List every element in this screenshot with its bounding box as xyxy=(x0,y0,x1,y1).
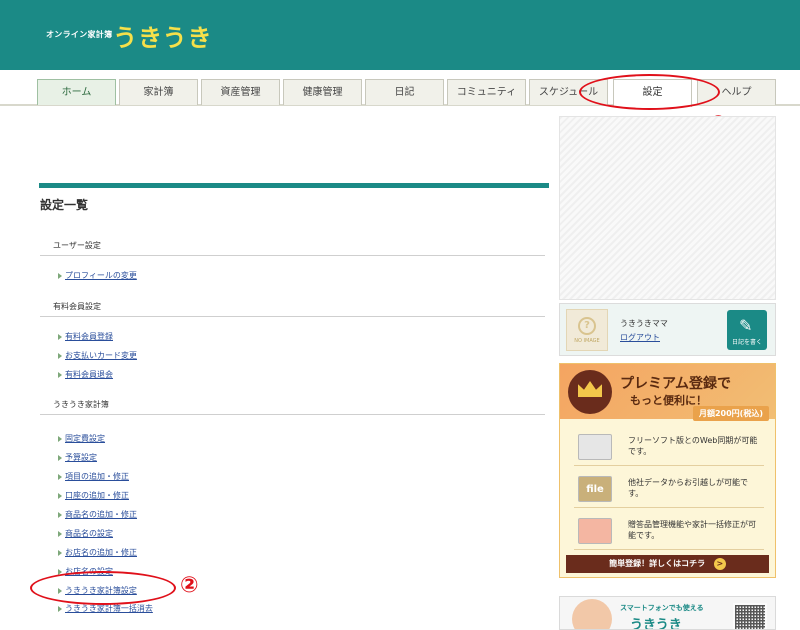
section-heading-paid: 有料会員設定 xyxy=(40,301,545,317)
premium-feature-import: file 他社データからお引越しが可能です。 xyxy=(574,472,764,508)
bullet-arrow-icon xyxy=(58,492,62,499)
tab-schedule[interactable]: スケジュール xyxy=(529,79,608,105)
link-label: 予算設定 xyxy=(65,453,97,462)
price-badge: 月額200円(税込) xyxy=(692,406,769,421)
section-heading-ukiuki: うきうき家計簿 xyxy=(40,399,545,415)
content-topbar xyxy=(39,183,549,188)
link-label: お店名の設定 xyxy=(65,567,113,576)
link-paid-register[interactable]: 有料会員登録 xyxy=(58,331,113,342)
feature-text: 贈答品管理機能や家計一括修正が可能です。 xyxy=(628,520,756,540)
bullet-arrow-icon xyxy=(58,473,62,480)
link-budget[interactable]: 予算設定 xyxy=(58,452,97,463)
link-ukiuki-bulk-delete[interactable]: うきうき家計簿一括消去 xyxy=(58,603,153,614)
tab-help[interactable]: ヘルプ xyxy=(697,79,776,105)
link-paid-withdraw[interactable]: 有料会員退会 xyxy=(58,369,113,380)
link-profile-edit[interactable]: プロフィールの変更 xyxy=(58,270,137,281)
link-shop-edit[interactable]: お店名の追加・修正 xyxy=(58,547,137,558)
promo-person-image xyxy=(572,599,612,629)
main-nav: ホーム 家計簿 資産管理 健康管理 日記 コミュニティ スケジュール 設定 ヘル… xyxy=(0,70,800,107)
bullet-arrow-icon xyxy=(58,272,62,279)
bullet-arrow-icon xyxy=(58,371,62,378)
bullet-arrow-icon xyxy=(58,435,62,442)
feature-text: 他社データからお引越しが可能です。 xyxy=(628,478,748,498)
annotation-marker-2: ② xyxy=(180,573,199,598)
premium-signup-label: 簡単登録！詳しくはコチラ xyxy=(609,559,706,568)
tab-health[interactable]: 健康管理 xyxy=(283,79,362,105)
crown-icon xyxy=(568,370,612,414)
page-title: 設定一覧 xyxy=(40,198,89,212)
bullet-arrow-icon xyxy=(58,511,62,518)
section-heading-user: ユーザー設定 xyxy=(40,240,545,256)
link-label: 有料会員退会 xyxy=(65,370,113,379)
brand-logo[interactable]: うきうき xyxy=(113,18,213,53)
app-promo-banner[interactable]: スマートフォンでも使える うきうき xyxy=(559,596,776,630)
tab-home[interactable]: ホーム xyxy=(37,79,116,105)
premium-feature-sync: フリーソフト版とのWeb同期が可能です。 xyxy=(574,430,764,466)
tab-diary[interactable]: 日記 xyxy=(365,79,444,105)
bullet-arrow-icon xyxy=(58,352,62,359)
link-label: うきうき家計簿一括消去 xyxy=(65,604,153,613)
logout-link[interactable]: ログアウト xyxy=(620,332,660,343)
feature-text: フリーソフト版とのWeb同期が可能です。 xyxy=(628,436,758,456)
file-icon: file xyxy=(578,476,612,502)
tab-household-book[interactable]: 家計簿 xyxy=(119,79,198,105)
tab-community[interactable]: コミュニティ xyxy=(447,79,526,105)
avatar-placeholder-text: NO IMAGE xyxy=(574,337,600,344)
premium-title: プレミアム登録で xyxy=(620,376,732,392)
monitor-icon xyxy=(578,434,612,460)
write-diary-button[interactable]: ✎ 日記を書く xyxy=(727,310,767,350)
pencil-icon: ✎ xyxy=(739,316,753,335)
link-label: 商品名の設定 xyxy=(65,529,113,538)
premium-signup-button[interactable]: 簡単登録！詳しくはコチラ > xyxy=(566,555,769,573)
link-payment-card[interactable]: お支払いカード変更 xyxy=(58,350,137,361)
bullet-arrow-icon xyxy=(58,568,62,575)
bullet-arrow-icon xyxy=(58,587,62,594)
user-panel: ? NO IMAGE うきうきママ ログアウト ✎ 日記を書く xyxy=(559,303,776,356)
link-label: プロフィールの変更 xyxy=(65,271,137,280)
avatar: ? NO IMAGE xyxy=(566,309,608,351)
write-diary-label: 日記を書く xyxy=(731,339,762,346)
brand-tagline: オンライン家計簿 xyxy=(46,30,113,39)
calculator-icon xyxy=(578,518,612,544)
link-label: うきうき家計簿設定 xyxy=(65,586,137,595)
arrow-right-icon: > xyxy=(713,558,726,570)
link-label: 口座の追加・修正 xyxy=(65,491,129,500)
link-ukiuki-settings[interactable]: うきうき家計簿設定 xyxy=(58,585,137,596)
link-label: お店名の追加・修正 xyxy=(65,548,137,557)
user-name: うきうきママ xyxy=(620,319,668,328)
bullet-arrow-icon xyxy=(58,530,62,537)
qr-code-icon xyxy=(733,603,767,629)
app-header: オンライン家計簿 うきうき xyxy=(0,0,800,70)
link-label: 固定費設定 xyxy=(65,434,105,443)
bullet-arrow-icon xyxy=(58,333,62,340)
link-label: 商品名の追加・修正 xyxy=(65,510,137,519)
premium-banner[interactable]: プレミアム登録で もっと便利に！ 月額200円(税込) フリーソフト版とのWeb… xyxy=(559,363,776,578)
tab-settings[interactable]: 設定 xyxy=(613,79,692,107)
link-fixed-cost[interactable]: 固定費設定 xyxy=(58,433,105,444)
link-shop-settings[interactable]: お店名の設定 xyxy=(58,566,113,577)
bullet-arrow-icon xyxy=(58,605,62,612)
bullet-arrow-icon xyxy=(58,549,62,556)
promo-logo: うきうき xyxy=(630,618,682,630)
bullet-arrow-icon xyxy=(58,454,62,461)
promo-text: スマートフォンでも使える xyxy=(620,604,704,612)
premium-feature-bulk: 贈答品管理機能や家計一括修正が可能です。 xyxy=(574,514,764,550)
link-label: 項目の追加・修正 xyxy=(65,472,129,481)
link-product-settings[interactable]: 商品名の設定 xyxy=(58,528,113,539)
link-account-edit[interactable]: 口座の追加・修正 xyxy=(58,490,129,501)
tab-assets[interactable]: 資産管理 xyxy=(201,79,280,105)
link-item-edit[interactable]: 項目の追加・修正 xyxy=(58,471,129,482)
question-icon: ? xyxy=(578,316,596,335)
link-label: 有料会員登録 xyxy=(65,332,113,341)
link-label: お支払いカード変更 xyxy=(65,351,137,360)
sidebar-ad-placeholder xyxy=(559,116,776,300)
link-product-edit[interactable]: 商品名の追加・修正 xyxy=(58,509,137,520)
